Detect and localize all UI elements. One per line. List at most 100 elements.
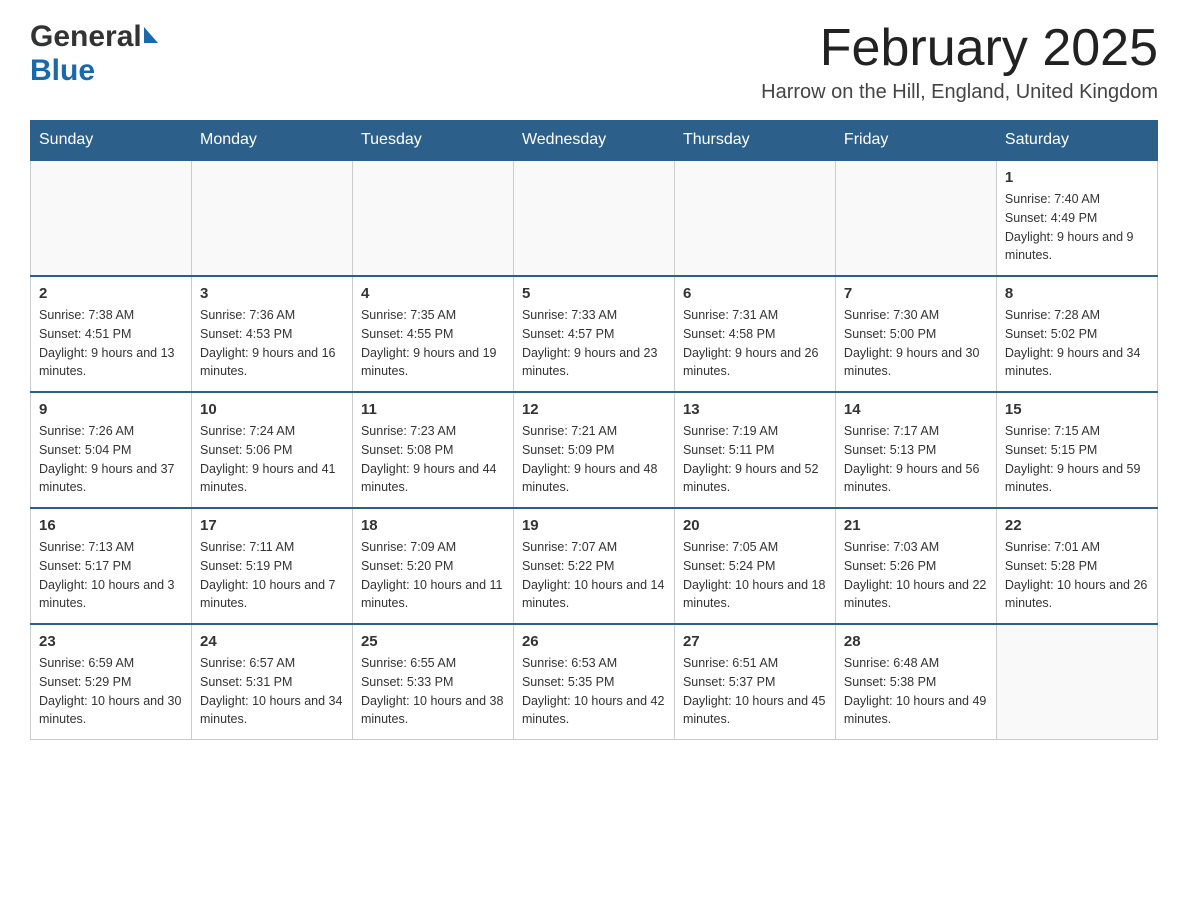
weekday-header-saturday: Saturday: [996, 121, 1157, 161]
day-number: 23: [39, 633, 183, 650]
calendar-cell: 4 Sunrise: 7:35 AMSunset: 4:55 PMDaylight…: [352, 276, 513, 392]
calendar-week-row: 23 Sunrise: 6:59 AMSunset: 5:29 PMDayligh…: [31, 624, 1158, 740]
day-number: 19: [522, 517, 666, 534]
calendar-cell: [31, 160, 192, 276]
calendar-week-row: 1 Sunrise: 7:40 AMSunset: 4:49 PMDaylight…: [31, 160, 1158, 276]
title-section: February 2025 Harrow on the Hill, Englan…: [761, 20, 1158, 104]
day-number: 17: [200, 517, 344, 534]
day-info: Sunrise: 7:23 AMSunset: 5:08 PMDaylight:…: [361, 422, 505, 497]
calendar-cell: 2 Sunrise: 7:38 AMSunset: 4:51 PMDaylight…: [31, 276, 192, 392]
day-number: 6: [683, 285, 827, 302]
day-number: 3: [200, 285, 344, 302]
calendar-week-row: 2 Sunrise: 7:38 AMSunset: 4:51 PMDaylight…: [31, 276, 1158, 392]
day-number: 18: [361, 517, 505, 534]
calendar-cell: 10 Sunrise: 7:24 AMSunset: 5:06 PMDayligh…: [191, 392, 352, 508]
day-info: Sunrise: 7:03 AMSunset: 5:26 PMDaylight:…: [844, 538, 988, 613]
day-number: 14: [844, 401, 988, 418]
calendar-cell: 5 Sunrise: 7:33 AMSunset: 4:57 PMDaylight…: [513, 276, 674, 392]
calendar-cell: 11 Sunrise: 7:23 AMSunset: 5:08 PMDayligh…: [352, 392, 513, 508]
page-header: General Blue February 2025 Harrow on the…: [30, 20, 1158, 104]
calendar-cell: 20 Sunrise: 7:05 AMSunset: 5:24 PMDayligh…: [674, 508, 835, 624]
day-number: 16: [39, 517, 183, 534]
calendar-cell: 27 Sunrise: 6:51 AMSunset: 5:37 PMDayligh…: [674, 624, 835, 740]
day-info: Sunrise: 7:15 AMSunset: 5:15 PMDaylight:…: [1005, 422, 1149, 497]
calendar-cell: 22 Sunrise: 7:01 AMSunset: 5:28 PMDayligh…: [996, 508, 1157, 624]
day-info: Sunrise: 7:21 AMSunset: 5:09 PMDaylight:…: [522, 422, 666, 497]
calendar-cell: [996, 624, 1157, 740]
day-info: Sunrise: 6:51 AMSunset: 5:37 PMDaylight:…: [683, 654, 827, 729]
day-info: Sunrise: 7:24 AMSunset: 5:06 PMDaylight:…: [200, 422, 344, 497]
day-info: Sunrise: 7:11 AMSunset: 5:19 PMDaylight:…: [200, 538, 344, 613]
day-number: 12: [522, 401, 666, 418]
day-info: Sunrise: 7:26 AMSunset: 5:04 PMDaylight:…: [39, 422, 183, 497]
weekday-header-thursday: Thursday: [674, 121, 835, 161]
day-info: Sunrise: 7:38 AMSunset: 4:51 PMDaylight:…: [39, 306, 183, 381]
weekday-header-friday: Friday: [835, 121, 996, 161]
calendar-cell: 8 Sunrise: 7:28 AMSunset: 5:02 PMDaylight…: [996, 276, 1157, 392]
calendar-cell: 9 Sunrise: 7:26 AMSunset: 5:04 PMDaylight…: [31, 392, 192, 508]
day-number: 11: [361, 401, 505, 418]
calendar-cell: 28 Sunrise: 6:48 AMSunset: 5:38 PMDayligh…: [835, 624, 996, 740]
logo: General Blue: [30, 20, 158, 88]
calendar-cell: 13 Sunrise: 7:19 AMSunset: 5:11 PMDayligh…: [674, 392, 835, 508]
day-info: Sunrise: 6:55 AMSunset: 5:33 PMDaylight:…: [361, 654, 505, 729]
day-info: Sunrise: 7:35 AMSunset: 4:55 PMDaylight:…: [361, 306, 505, 381]
calendar-header-row: SundayMondayTuesdayWednesdayThursdayFrid…: [31, 121, 1158, 161]
day-info: Sunrise: 6:59 AMSunset: 5:29 PMDaylight:…: [39, 654, 183, 729]
weekday-header-sunday: Sunday: [31, 121, 192, 161]
calendar-cell: [513, 160, 674, 276]
calendar-week-row: 16 Sunrise: 7:13 AMSunset: 5:17 PMDayligh…: [31, 508, 1158, 624]
month-title: February 2025: [761, 20, 1158, 77]
calendar-cell: 1 Sunrise: 7:40 AMSunset: 4:49 PMDaylight…: [996, 160, 1157, 276]
calendar-cell: 16 Sunrise: 7:13 AMSunset: 5:17 PMDayligh…: [31, 508, 192, 624]
calendar-cell: 6 Sunrise: 7:31 AMSunset: 4:58 PMDaylight…: [674, 276, 835, 392]
calendar-cell: [674, 160, 835, 276]
day-number: 4: [361, 285, 505, 302]
day-info: Sunrise: 7:13 AMSunset: 5:17 PMDaylight:…: [39, 538, 183, 613]
day-info: Sunrise: 7:40 AMSunset: 4:49 PMDaylight:…: [1005, 190, 1149, 265]
day-number: 2: [39, 285, 183, 302]
day-info: Sunrise: 7:28 AMSunset: 5:02 PMDaylight:…: [1005, 306, 1149, 381]
calendar-cell: 21Sunrise: 7:03 AMSunset: 5:26 PMDayligh…: [835, 508, 996, 624]
day-number: 27: [683, 633, 827, 650]
calendar-cell: 12 Sunrise: 7:21 AMSunset: 5:09 PMDayligh…: [513, 392, 674, 508]
weekday-header-monday: Monday: [191, 121, 352, 161]
calendar-cell: 17 Sunrise: 7:11 AMSunset: 5:19 PMDayligh…: [191, 508, 352, 624]
day-info: Sunrise: 7:05 AMSunset: 5:24 PMDaylight:…: [683, 538, 827, 613]
day-info: Sunrise: 6:53 AMSunset: 5:35 PMDaylight:…: [522, 654, 666, 729]
calendar-cell: 3 Sunrise: 7:36 AMSunset: 4:53 PMDaylight…: [191, 276, 352, 392]
day-info: Sunrise: 7:31 AMSunset: 4:58 PMDaylight:…: [683, 306, 827, 381]
day-info: Sunrise: 7:36 AMSunset: 4:53 PMDaylight:…: [200, 306, 344, 381]
logo-blue-text: Blue: [30, 54, 95, 87]
day-info: Sunrise: 7:19 AMSunset: 5:11 PMDaylight:…: [683, 422, 827, 497]
day-info: Sunrise: 6:48 AMSunset: 5:38 PMDaylight:…: [844, 654, 988, 729]
calendar-cell: [352, 160, 513, 276]
calendar-cell: 19Sunrise: 7:07 AMSunset: 5:22 PMDayligh…: [513, 508, 674, 624]
calendar-table: SundayMondayTuesdayWednesdayThursdayFrid…: [30, 120, 1158, 740]
day-number: 5: [522, 285, 666, 302]
day-number: 28: [844, 633, 988, 650]
calendar-cell: 15 Sunrise: 7:15 AMSunset: 5:15 PMDayligh…: [996, 392, 1157, 508]
day-number: 25: [361, 633, 505, 650]
day-number: 9: [39, 401, 183, 418]
day-number: 7: [844, 285, 988, 302]
calendar-cell: 23 Sunrise: 6:59 AMSunset: 5:29 PMDayligh…: [31, 624, 192, 740]
day-info: Sunrise: 7:09 AMSunset: 5:20 PMDaylight:…: [361, 538, 505, 613]
day-info: Sunrise: 7:01 AMSunset: 5:28 PMDaylight:…: [1005, 538, 1149, 613]
calendar-cell: 24Sunrise: 6:57 AMSunset: 5:31 PMDayligh…: [191, 624, 352, 740]
day-info: Sunrise: 7:30 AMSunset: 5:00 PMDaylight:…: [844, 306, 988, 381]
day-number: 1: [1005, 169, 1149, 186]
calendar-cell: 25 Sunrise: 6:55 AMSunset: 5:33 PMDayligh…: [352, 624, 513, 740]
day-info: Sunrise: 6:57 AMSunset: 5:31 PMDaylight:…: [200, 654, 344, 729]
calendar-week-row: 9 Sunrise: 7:26 AMSunset: 5:04 PMDaylight…: [31, 392, 1158, 508]
calendar-cell: 26Sunrise: 6:53 AMSunset: 5:35 PMDayligh…: [513, 624, 674, 740]
day-number: 20: [683, 517, 827, 534]
day-info: Sunrise: 7:33 AMSunset: 4:57 PMDaylight:…: [522, 306, 666, 381]
day-info: Sunrise: 7:17 AMSunset: 5:13 PMDaylight:…: [844, 422, 988, 497]
day-number: 15: [1005, 401, 1149, 418]
day-number: 10: [200, 401, 344, 418]
calendar-cell: 7 Sunrise: 7:30 AMSunset: 5:00 PMDaylight…: [835, 276, 996, 392]
day-number: 8: [1005, 285, 1149, 302]
day-number: 22: [1005, 517, 1149, 534]
day-number: 13: [683, 401, 827, 418]
